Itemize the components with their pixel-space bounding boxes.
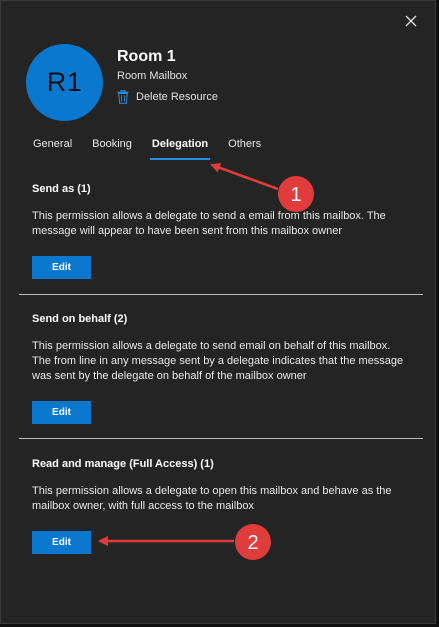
trash-icon bbox=[117, 90, 129, 104]
send-on-behalf-edit-button[interactable]: Edit bbox=[32, 401, 91, 424]
section-description: This permission allows a delegate to sen… bbox=[32, 340, 404, 382]
delete-resource-label: Delete Resource bbox=[136, 91, 218, 103]
tab-booking[interactable]: Booking bbox=[92, 138, 132, 159]
room-type: Room Mailbox bbox=[117, 70, 188, 82]
section-full-access: Read and manage (Full Access) (1) This p… bbox=[32, 458, 412, 554]
section-send-as: Send as (1) This permission allows a del… bbox=[32, 183, 412, 279]
section-title: Send as (1) bbox=[32, 183, 91, 195]
delete-resource-button[interactable]: Delete Resource bbox=[117, 90, 218, 104]
section-send-on-behalf: Send on behalf (2) This permission allow… bbox=[32, 313, 412, 424]
section-description: This permission allows a delegate to ope… bbox=[32, 485, 392, 512]
tab-general[interactable]: General bbox=[33, 138, 72, 159]
section-title: Read and manage (Full Access) (1) bbox=[32, 458, 214, 470]
resource-details-panel: R1 Room 1 Room Mailbox Delete Resource G… bbox=[0, 0, 436, 624]
close-icon[interactable] bbox=[403, 13, 419, 29]
avatar: R1 bbox=[26, 44, 103, 121]
send-as-edit-button[interactable]: Edit bbox=[32, 256, 91, 279]
divider bbox=[19, 294, 423, 295]
avatar-initials: R1 bbox=[46, 67, 83, 97]
tab-delegation[interactable]: Delegation bbox=[149, 138, 211, 160]
divider bbox=[19, 438, 423, 439]
tab-bar: General Booking Delegation Others bbox=[33, 138, 281, 160]
section-title: Send on behalf (2) bbox=[32, 313, 128, 325]
full-access-edit-button[interactable]: Edit bbox=[32, 531, 91, 554]
tab-others[interactable]: Others bbox=[228, 138, 261, 159]
section-description: This permission allows a delegate to sen… bbox=[32, 210, 386, 237]
room-name: Room 1 bbox=[117, 48, 176, 65]
